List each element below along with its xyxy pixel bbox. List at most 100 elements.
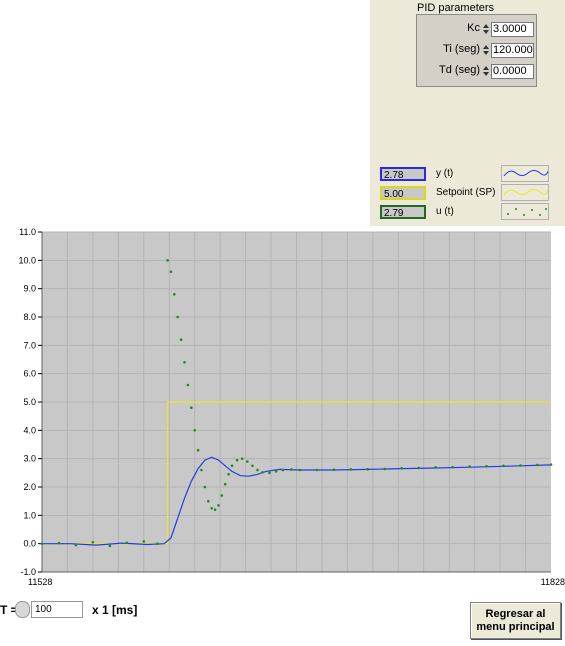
- series-point-u: [349, 468, 353, 471]
- decrement-arrow-icon[interactable]: [483, 72, 489, 76]
- series-point-u: [179, 338, 183, 341]
- series-point-u: [142, 540, 146, 543]
- series-point-u: [230, 464, 234, 468]
- series-point-u: [434, 466, 437, 469]
- ti-label: Ti (seg): [443, 43, 480, 55]
- pid-parameters-title: PID parameters: [417, 2, 495, 14]
- series-point-u: [519, 464, 522, 467]
- pid-row-ti: Ti (seg) 120.0000: [417, 41, 536, 58]
- kc-spinner[interactable]: [483, 23, 490, 36]
- series-point-u: [256, 468, 259, 472]
- series-point-u: [125, 541, 129, 545]
- setpoint-indicator: 5.00: [380, 186, 426, 200]
- legend-swatch-y[interactable]: [501, 165, 549, 182]
- series-point-u: [91, 541, 95, 544]
- y-tick-label: -1.0: [20, 567, 36, 577]
- series-point-u: [417, 466, 421, 470]
- y-tick-label: 5.0: [23, 397, 36, 407]
- y-tick-label: 2.0: [23, 482, 36, 492]
- kc-label: Kc: [467, 22, 480, 34]
- series-point-u: [166, 259, 169, 262]
- x-axis-ticks: 11528 11828: [28, 577, 565, 587]
- y-tick-label: 9.0: [23, 284, 36, 294]
- y-tick-label: 10.0: [18, 255, 36, 265]
- decrement-arrow-icon[interactable]: [483, 51, 489, 55]
- back-to-main-menu-button[interactable]: Regresar al menu principal: [470, 602, 561, 639]
- series-point-u: [200, 468, 203, 472]
- td-spinner[interactable]: [483, 65, 490, 78]
- y-tick-label: 11.0: [19, 227, 36, 237]
- series-point-u: [210, 507, 213, 510]
- series-point-u: [549, 463, 553, 466]
- increment-arrow-icon[interactable]: [483, 24, 489, 28]
- series-point-u: [190, 406, 193, 409]
- series-point-u: [235, 458, 239, 462]
- series-point-u: [240, 457, 244, 460]
- legend-label-setpoint: Setpoint (SP): [433, 184, 499, 201]
- td-field[interactable]: 0.0000: [491, 64, 534, 79]
- u-indicator: 2.79: [380, 205, 426, 219]
- series-point-u: [176, 315, 179, 319]
- series-point-u: [246, 460, 249, 463]
- pid-row-td: Td (seg) 0.0000: [417, 62, 536, 79]
- series-point-u: [451, 465, 454, 469]
- series-point-u: [203, 485, 207, 489]
- increment-arrow-icon[interactable]: [483, 66, 489, 70]
- sine-wave-icon: [503, 170, 549, 177]
- series-point-u: [332, 468, 336, 471]
- dt-field[interactable]: 100: [31, 601, 83, 618]
- series-point-u: [169, 270, 173, 273]
- series-point-u: [74, 543, 78, 547]
- series-point-u: [217, 504, 220, 507]
- y-tick-label: 6.0: [23, 369, 36, 379]
- increment-arrow-icon[interactable]: [483, 45, 489, 49]
- y-tick-label: 1.0: [23, 510, 36, 520]
- ti-spinner[interactable]: [483, 44, 490, 57]
- kc-field[interactable]: 3.0000: [491, 22, 534, 37]
- series-point-u: [281, 468, 285, 472]
- series-point-u: [274, 470, 278, 473]
- series-point-u: [227, 473, 230, 476]
- y-tick-label: 7.0: [23, 340, 36, 350]
- sine-wave-icon: [503, 189, 549, 196]
- y-axis-ticks: 11.0 10.0 9.0 8.0 7.0 6.0 5.0 4.0 3.0 2.0 1.0 0.0 -1…: [18, 227, 42, 577]
- series-point-u: [261, 471, 264, 474]
- series-point-u: [268, 471, 271, 475]
- series-point-u: [57, 541, 61, 545]
- x-tick-label: 11828: [541, 577, 565, 587]
- ti-field[interactable]: 120.0000: [491, 43, 534, 58]
- dt-spinner-icon[interactable]: [15, 601, 30, 618]
- y-tick-label: 3.0: [23, 454, 36, 464]
- series-point-u: [485, 465, 488, 468]
- series-point-u: [502, 464, 505, 468]
- y-tick-label: 4.0: [23, 425, 36, 435]
- legend-swatch-u[interactable]: [501, 203, 549, 220]
- y-indicator: 2.78: [380, 167, 426, 181]
- legend-swatch-setpoint[interactable]: [501, 184, 549, 201]
- pid-parameters-group: Kc 3.0000 Ti (seg) 120.0000 Td (seg) 0.0…: [416, 14, 537, 87]
- series-point-u: [213, 508, 217, 512]
- series-point-u: [40, 542, 44, 545]
- series-point-u: [315, 468, 319, 472]
- pid-row-kc: Kc 3.0000: [417, 20, 536, 37]
- x-tick-label: 11528: [28, 577, 52, 587]
- series-point-u: [298, 468, 302, 472]
- series-point-u: [196, 448, 200, 452]
- dt-unit-label: x 1 [ms]: [92, 603, 138, 617]
- series-point-u: [223, 482, 227, 486]
- series-point-u: [156, 542, 159, 545]
- series-point-u: [400, 467, 404, 470]
- legend-label-y: y (t): [433, 165, 499, 182]
- series-point-u: [108, 544, 112, 548]
- series-point-u: [193, 429, 196, 432]
- decrement-arrow-icon[interactable]: [483, 30, 489, 34]
- series-point-u: [173, 293, 176, 296]
- waveform-chart[interactable]: 11.0 10.0 9.0 8.0 7.0 6.0 5.0 4.0 3.0 2.0 1.0 0.0 -1…: [0, 226, 565, 596]
- series-point-u: [220, 494, 224, 497]
- series-point-u: [251, 464, 254, 468]
- series-point-u: [468, 465, 471, 468]
- series-point-u: [183, 361, 186, 364]
- y-tick-label: 0.0: [23, 539, 36, 549]
- series-point-u: [186, 383, 190, 387]
- series-point-u: [536, 463, 539, 467]
